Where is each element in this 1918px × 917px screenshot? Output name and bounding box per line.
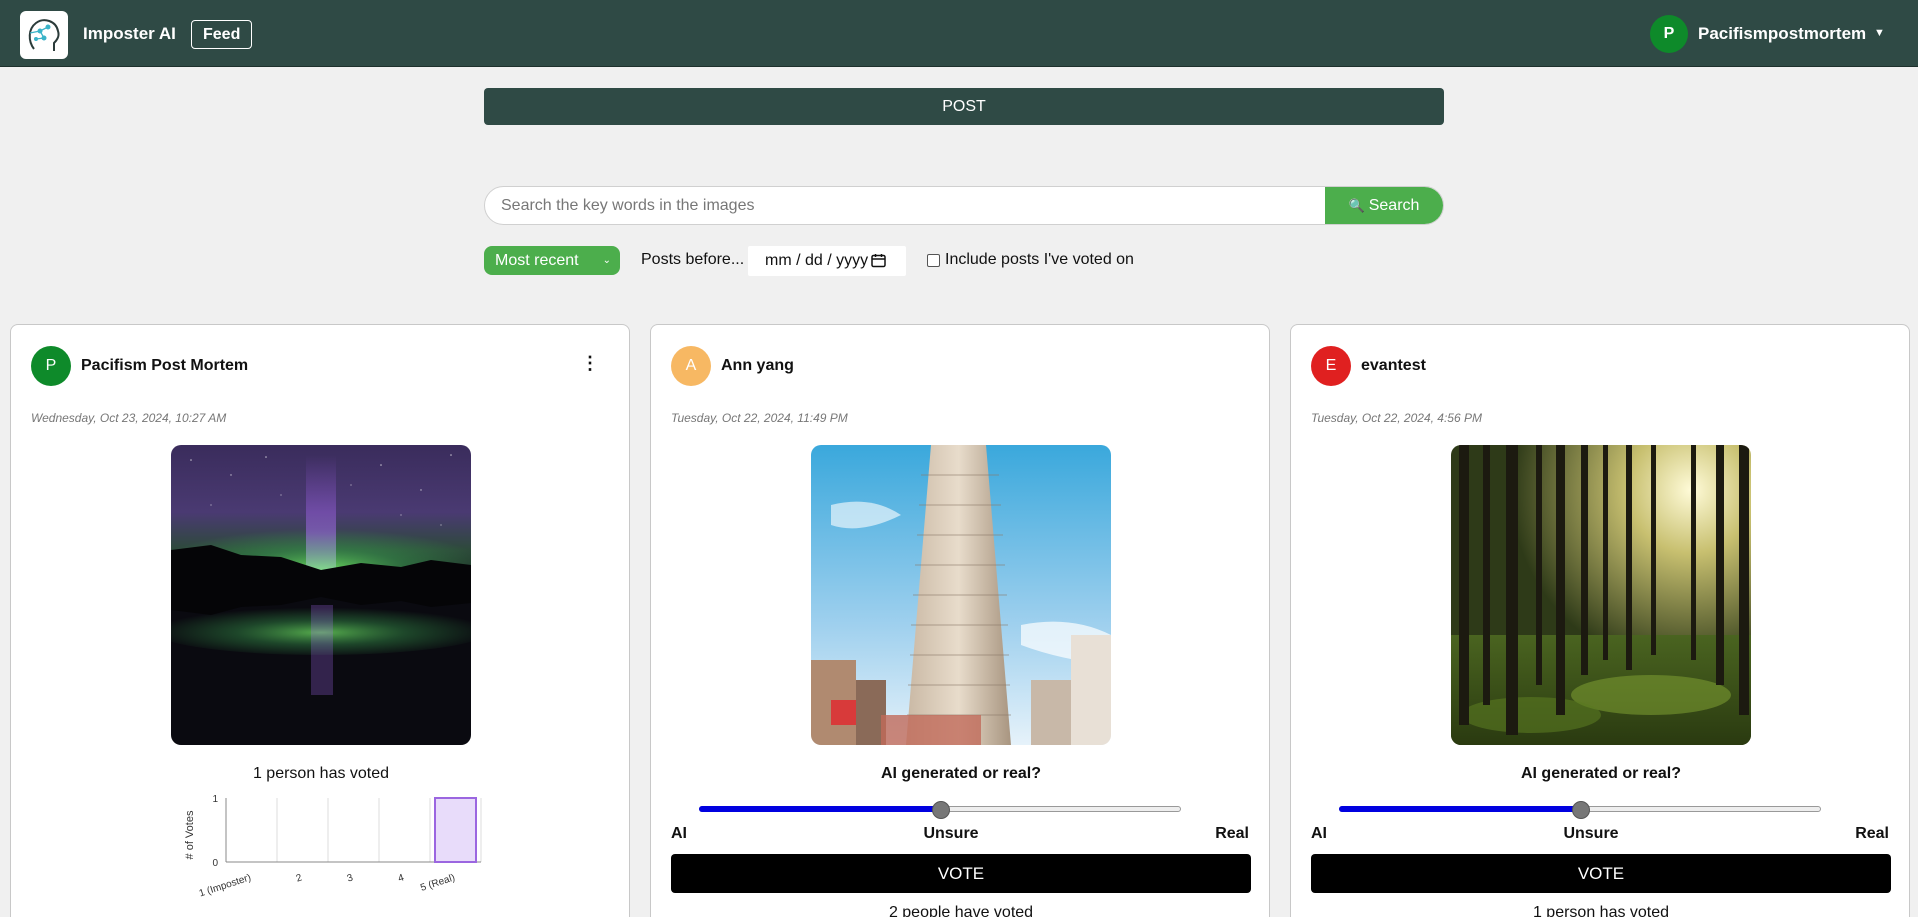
chart-x-tick-label: 5 (Real) <box>419 872 456 893</box>
slider-fill <box>699 806 940 812</box>
search-bar: 🔍Search <box>484 186 1444 225</box>
post-card: A Ann yang Tuesday, Oct 22, 2024, 11:49 … <box>650 324 1270 917</box>
top-navbar: Imposter AI Feed P Pacifismpostmortem ▼ <box>0 0 1918 67</box>
post-date: Tuesday, Oct 22, 2024, 11:49 PM <box>671 411 848 425</box>
app-name: Imposter AI <box>83 24 176 43</box>
user-name[interactable]: Pacifismpostmortem <box>1698 24 1866 44</box>
chart-x-tick-label: 3 <box>346 872 355 884</box>
slider-thumb[interactable] <box>932 801 950 819</box>
sort-select[interactable]: Most recent ⌄ <box>484 246 620 275</box>
slider-thumb[interactable] <box>1572 801 1590 819</box>
chevron-down-icon: ⌄ <box>602 255 611 266</box>
chart-y-tick-label: 1 <box>212 794 218 805</box>
vote-question: AI generated or real? <box>880 765 1042 782</box>
slider-label-unsure: Unsure <box>923 825 979 842</box>
chart-ylabel: # of Votes <box>184 810 196 859</box>
post-card: E evantest Tuesday, Oct 22, 2024, 4:56 P… <box>1290 324 1910 917</box>
posts-before-label: Posts before... <box>641 251 745 268</box>
post-image <box>811 445 1111 745</box>
post-card: P Pacifism Post Mortem ⋮ Wednesday, Oct … <box>10 324 630 917</box>
vote-button[interactable]: VOTE <box>1311 854 1891 893</box>
vote-count-text: 2 people have voted <box>888 904 1034 917</box>
more-options-icon[interactable]: ⋮ <box>581 353 599 374</box>
author-avatar: A <box>671 346 711 386</box>
post-image <box>171 445 471 745</box>
app-logo[interactable] <box>20 11 68 59</box>
chart-bar <box>434 797 477 863</box>
post-date: Wednesday, Oct 23, 2024, 10:27 AM <box>31 411 227 425</box>
slider-label-real: Real <box>1855 825 1889 842</box>
calendar-icon[interactable] <box>871 246 886 276</box>
chart-x-tick-label: 4 <box>397 872 406 884</box>
slider-label-real: Real <box>1215 825 1249 842</box>
vote-slider[interactable] <box>699 801 1181 819</box>
include-voted-label[interactable]: Include posts I've voted on <box>945 251 1134 269</box>
user-avatar[interactable]: P <box>1650 15 1688 53</box>
date-input[interactable]: mm / dd / yyyy <box>748 246 906 276</box>
sort-select-value: Most recent <box>495 252 579 269</box>
vote-slider[interactable] <box>1339 801 1821 819</box>
chart-y-tick-label: 0 <box>212 858 218 869</box>
search-icon: 🔍 <box>1348 198 1365 213</box>
vote-chart: # of Votes 1 0 1 (Imposter) 2 3 4 5 (Real) <box>184 794 482 900</box>
vote-question: AI generated or real? <box>1520 765 1682 782</box>
chart-x-tick-label: 1 (Imposter) <box>198 872 253 899</box>
feed-button[interactable]: Feed <box>191 20 253 49</box>
author-name: Ann yang <box>721 357 794 374</box>
date-placeholder: mm / dd / yyyy <box>765 252 869 269</box>
caret-down-icon[interactable]: ▼ <box>1874 27 1885 39</box>
search-input[interactable] <box>485 187 1327 224</box>
author-name: evantest <box>1361 357 1426 374</box>
slider-fill <box>1339 806 1580 812</box>
vote-count-text: 1 person has voted <box>252 765 390 782</box>
chart-x-tick-label: 2 <box>295 872 304 884</box>
post-button[interactable]: POST <box>484 88 1444 125</box>
include-voted-checkbox[interactable] <box>927 254 940 267</box>
vote-count-text: 1 person has voted <box>1532 904 1670 917</box>
post-image <box>1451 445 1751 745</box>
vote-button[interactable]: VOTE <box>671 854 1251 893</box>
author-avatar: P <box>31 346 71 386</box>
search-button[interactable]: 🔍 Search <box>1325 187 1443 224</box>
author-avatar: E <box>1311 346 1351 386</box>
post-date: Tuesday, Oct 22, 2024, 4:56 PM <box>1311 411 1482 425</box>
search-button-label: Search <box>1368 197 1420 214</box>
author-name: Pacifism Post Mortem <box>81 357 249 374</box>
slider-label-unsure: Unsure <box>1563 825 1619 842</box>
